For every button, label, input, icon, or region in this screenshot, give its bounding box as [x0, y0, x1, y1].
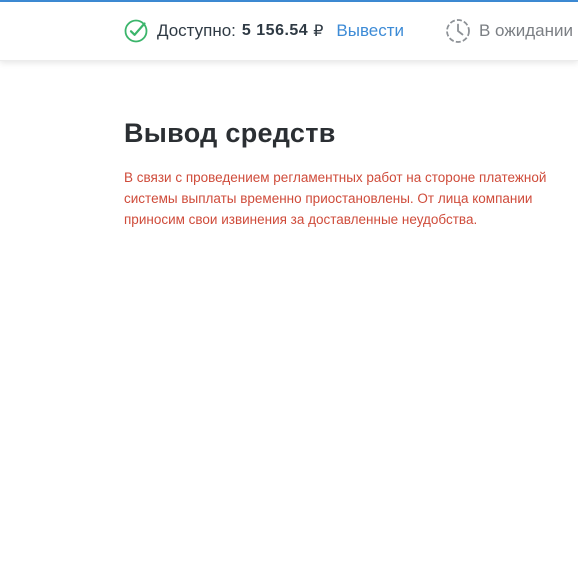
available-amount: 5 156.54: [241, 22, 309, 39]
page-title: Вывод средств: [124, 118, 336, 148]
clock-icon: [445, 18, 471, 44]
available-label: Доступно:: [157, 21, 236, 40]
pending-label: В ожидании: [479, 21, 573, 40]
withdraw-link[interactable]: Вывести: [336, 21, 404, 41]
balance-header: Доступно: 5 156.54 ₽ Вывести В ожидании: [0, 2, 578, 61]
maintenance-notice: В связи с проведением регламентных работ…: [124, 170, 547, 227]
currency-symbol: ₽: [313, 23, 324, 40]
check-circle-icon: [124, 19, 148, 43]
available-balance: Доступно: 5 156.54 ₽ Вывести: [124, 18, 404, 44]
pending-balance: В ожидании: [445, 18, 573, 44]
